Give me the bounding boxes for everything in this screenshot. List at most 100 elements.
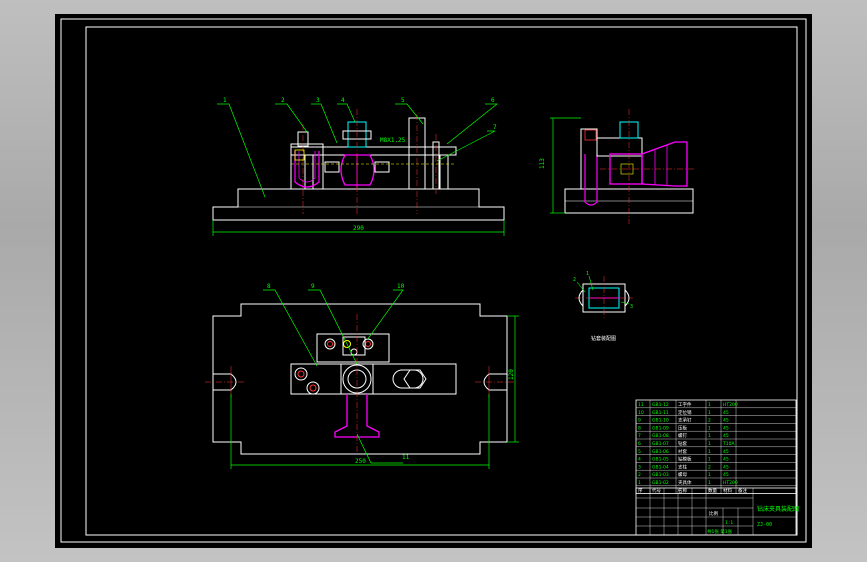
parts-list-cell-mat: 45: [723, 425, 729, 431]
parts-list-cell-name: 螺母: [678, 471, 687, 478]
parts-list-row[interactable]: 2 GB1-03 螺母 1 45: [638, 471, 729, 478]
parts-list-cell-no: 6: [638, 441, 641, 447]
parts-list-cell-qty: 1: [708, 457, 711, 463]
svg-text:6: 6: [491, 97, 495, 104]
top-height-dimension: 120: [508, 369, 515, 380]
parts-list-cell-mat: 45: [723, 464, 729, 470]
parts-list-cell-qty: 1: [708, 410, 711, 416]
parts-list-cell-name: 夹具体: [678, 479, 692, 486]
parts-list-cell-code: GB1-03: [652, 472, 669, 478]
parts-list-cell-qty: 2: [708, 418, 711, 424]
parts-list-row[interactable]: 7 GB1-08 螺钉 1 45: [638, 432, 729, 439]
front-width-dimension: 290: [353, 225, 364, 232]
svg-text:4: 4: [341, 97, 345, 104]
svg-text:9: 9: [311, 283, 315, 290]
parts-list-cell-code: GB1-08: [652, 433, 669, 439]
svg-text:8: 8: [267, 283, 271, 290]
parts-list-row[interactable]: 8 GB1-09 压板 1 45: [638, 424, 729, 431]
parts-list-cell-code: GB1-11: [652, 410, 669, 416]
scale-value: 1:1: [725, 520, 733, 526]
parts-list-cell-no: 10: [638, 410, 644, 416]
front-part-labels: 1 2 3 4 5 6 7: [223, 97, 497, 131]
parts-list-cell-qty: 1: [708, 402, 711, 408]
cad-window: M8X1.25 1 2 3 4 5 6 7 290 113 8 9 10 11 …: [0, 0, 867, 562]
parts-list-cell-code: GB1-09: [652, 425, 669, 431]
parts-list-row[interactable]: 5 GB1-06 衬套 1 45: [638, 448, 729, 455]
parts-list-cell-no: 3: [638, 464, 641, 470]
parts-list-cell-name: 钻套: [678, 440, 687, 447]
parts-list-cell-mat: HT200: [723, 480, 738, 486]
parts-list-cell-name: 支柱: [678, 463, 687, 470]
parts-list-cell-name: 衬套: [678, 448, 687, 455]
parts-list-cell-no: 2: [638, 472, 641, 478]
drawing-code: ZJ-00: [757, 522, 772, 528]
top-width-dimension: 250: [355, 458, 366, 465]
side-view[interactable]: 113: [539, 109, 695, 224]
parts-list-cell-mat: T10A: [722, 441, 735, 447]
parts-list-cell-no: 11: [638, 402, 644, 408]
parts-list-cell-no: 7: [638, 433, 641, 439]
scale-label: 比例: [709, 510, 718, 517]
front-base: [212, 188, 505, 221]
parts-list-row[interactable]: 3 GB1-04 支柱 2 45: [638, 463, 729, 470]
parts-list-cell-name: 支承钉: [678, 417, 692, 424]
side-height-dimension: 113: [539, 158, 546, 169]
parts-list-cell-name: 压板: [678, 424, 687, 431]
parts-list-cell-code: GB1-12: [652, 402, 669, 408]
front-view[interactable]: M8X1.25 1 2 3 4 5 6 7 290: [212, 97, 505, 236]
parts-list-cell-mat: 45: [723, 449, 729, 455]
cad-drawing-canvas[interactable]: M8X1.25 1 2 3 4 5 6 7 290 113 8 9 10 11 …: [55, 14, 812, 548]
parts-list-row[interactable]: 4 GB1-05 钻模板 1 45: [638, 456, 729, 463]
drawing-name: 钻床夹具装配图: [757, 505, 799, 513]
front-annotation: M8X1.25: [380, 137, 406, 144]
parts-list-cell-name: 螺钉: [678, 432, 687, 439]
parts-list-cell-name: 工字件: [678, 401, 692, 408]
svg-text:2: 2: [281, 97, 285, 104]
parts-list-cell-mat: HT200: [723, 402, 738, 408]
svg-text:2: 2: [573, 277, 576, 283]
top-view[interactable]: 8 9 10 11 250 120: [205, 283, 519, 469]
parts-list-cell-mat: 45: [723, 433, 729, 439]
outer-frame: [60, 18, 807, 543]
title-block[interactable]: 钻床夹具装配图 ZJ-00 比例 1:1 共1张 第1张: [635, 487, 799, 536]
svg-text:1: 1: [586, 271, 589, 277]
svg-text:10: 10: [397, 283, 405, 290]
parts-list-cell-name: 定位销: [678, 409, 692, 416]
detail-view[interactable]: 1 2 3 钻套装配图: [573, 271, 633, 342]
parts-list-cell-no: 9: [638, 418, 641, 424]
drawing-sheet[interactable]: M8X1.25 1 2 3 4 5 6 7 290 113 8 9 10 11 …: [55, 14, 812, 548]
parts-list-cell-no: 5: [638, 449, 641, 455]
svg-text:11: 11: [402, 454, 410, 461]
svg-text:3: 3: [630, 304, 633, 310]
parts-list-cell-no: 8: [638, 425, 641, 431]
parts-list-cell-qty: 2: [708, 464, 711, 470]
parts-list-cell-qty: 1: [708, 425, 711, 431]
parts-list[interactable]: 11 GB1-12 工字件 1 HT20010 GB1-11 定位销 1 459 GB1-10 支承…: [635, 399, 797, 494]
parts-list-row[interactable]: 1 GB1-02 夹具体 1 HT200: [638, 479, 738, 486]
parts-list-cell-qty: 1: [708, 472, 711, 478]
svg-text:1: 1: [223, 97, 227, 104]
parts-list-cell-code: GB1-07: [652, 441, 669, 447]
front-clamp-plate: [290, 146, 457, 156]
parts-list-cell-name: 钻模板: [678, 456, 692, 463]
parts-list-cell-code: GB1-10: [652, 418, 669, 424]
parts-list-cell-mat: 45: [723, 410, 729, 416]
parts-list-cell-no: 1: [638, 480, 641, 486]
parts-list-cell-mat: 45: [723, 457, 729, 463]
parts-list-cell-code: GB1-05: [652, 457, 669, 463]
sheet-label: 共1张 第1张: [707, 528, 733, 535]
parts-list-cell-qty: 1: [708, 441, 711, 447]
front-workpiece: [340, 154, 375, 186]
parts-list-row[interactable]: 10 GB1-11 定位销 1 45: [638, 409, 729, 416]
top-part-labels: 8 9 10 11: [267, 283, 410, 461]
parts-list-cell-mat: 45: [723, 472, 729, 478]
detail-caption: 钻套装配图: [591, 335, 616, 342]
parts-list-cell-no: 4: [638, 457, 641, 463]
top-base-plate: [212, 303, 508, 455]
svg-text:7: 7: [493, 124, 497, 131]
parts-list-cell-code: GB1-02: [652, 480, 669, 486]
parts-list-cell-code: GB1-06: [652, 449, 669, 455]
parts-list-row[interactable]: 9 GB1-10 支承钉 2 45: [638, 417, 729, 424]
parts-list-row[interactable]: 11 GB1-12 工字件 1 HT200: [638, 401, 738, 408]
parts-list-cell-qty: 1: [708, 480, 711, 486]
